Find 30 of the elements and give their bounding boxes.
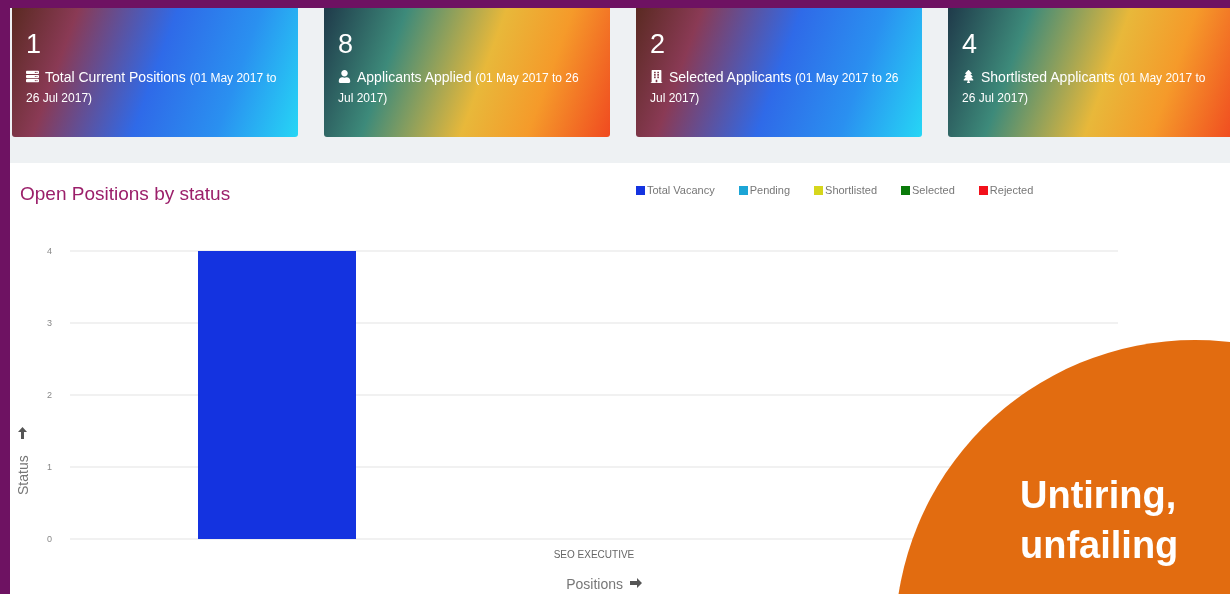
server-icon <box>26 70 39 83</box>
chart-title: Open Positions by status <box>20 183 232 205</box>
stat-label: Selected Applicants (01 May 2017 to 26 Jul 2017) <box>650 68 900 107</box>
badge-text: Untiring, <box>1020 473 1178 518</box>
legend-item[interactable]: Pending <box>738 184 791 196</box>
building-icon <box>650 70 663 83</box>
x-axis-title: Positions <box>566 576 623 592</box>
stat-value: 4 <box>962 28 979 60</box>
user-icon <box>338 70 351 83</box>
y-tick-label: 0 <box>47 534 52 544</box>
stat-label: Applicants Applied (01 May 2017 to 26 Jul 2017) <box>338 68 580 107</box>
legend-item[interactable]: Shortlisted <box>814 184 878 196</box>
stat-label: Shortlisted Applicants (01 May 2017 to 26 Jul 2017) <box>962 68 1207 107</box>
badge-text: unfailing <box>1020 523 1180 568</box>
y-tick-label: 4 <box>47 246 52 256</box>
tree-icon <box>962 70 975 83</box>
stat-value: 8 <box>338 28 355 60</box>
y-axis-title: Status <box>15 455 31 495</box>
legend-item[interactable]: Selected <box>901 184 955 196</box>
y-tick-label: 2 <box>47 390 52 400</box>
stat-value: 2 <box>650 28 667 60</box>
arrow-icon <box>630 578 642 588</box>
x-tick-label: SEO EXECUTIVE <box>553 549 635 560</box>
y-tick-label: 1 <box>47 462 52 472</box>
legend-item[interactable]: Total Vacancy <box>636 184 715 196</box>
stat-value: 1 <box>26 28 43 60</box>
arrow-icon <box>18 427 27 439</box>
legend-item[interactable]: Rejected <box>978 184 1034 196</box>
y-tick-label: 3 <box>47 318 52 328</box>
stat-label: Total Current Positions (01 May 2017 to 26 Jul 2017) <box>26 68 278 107</box>
